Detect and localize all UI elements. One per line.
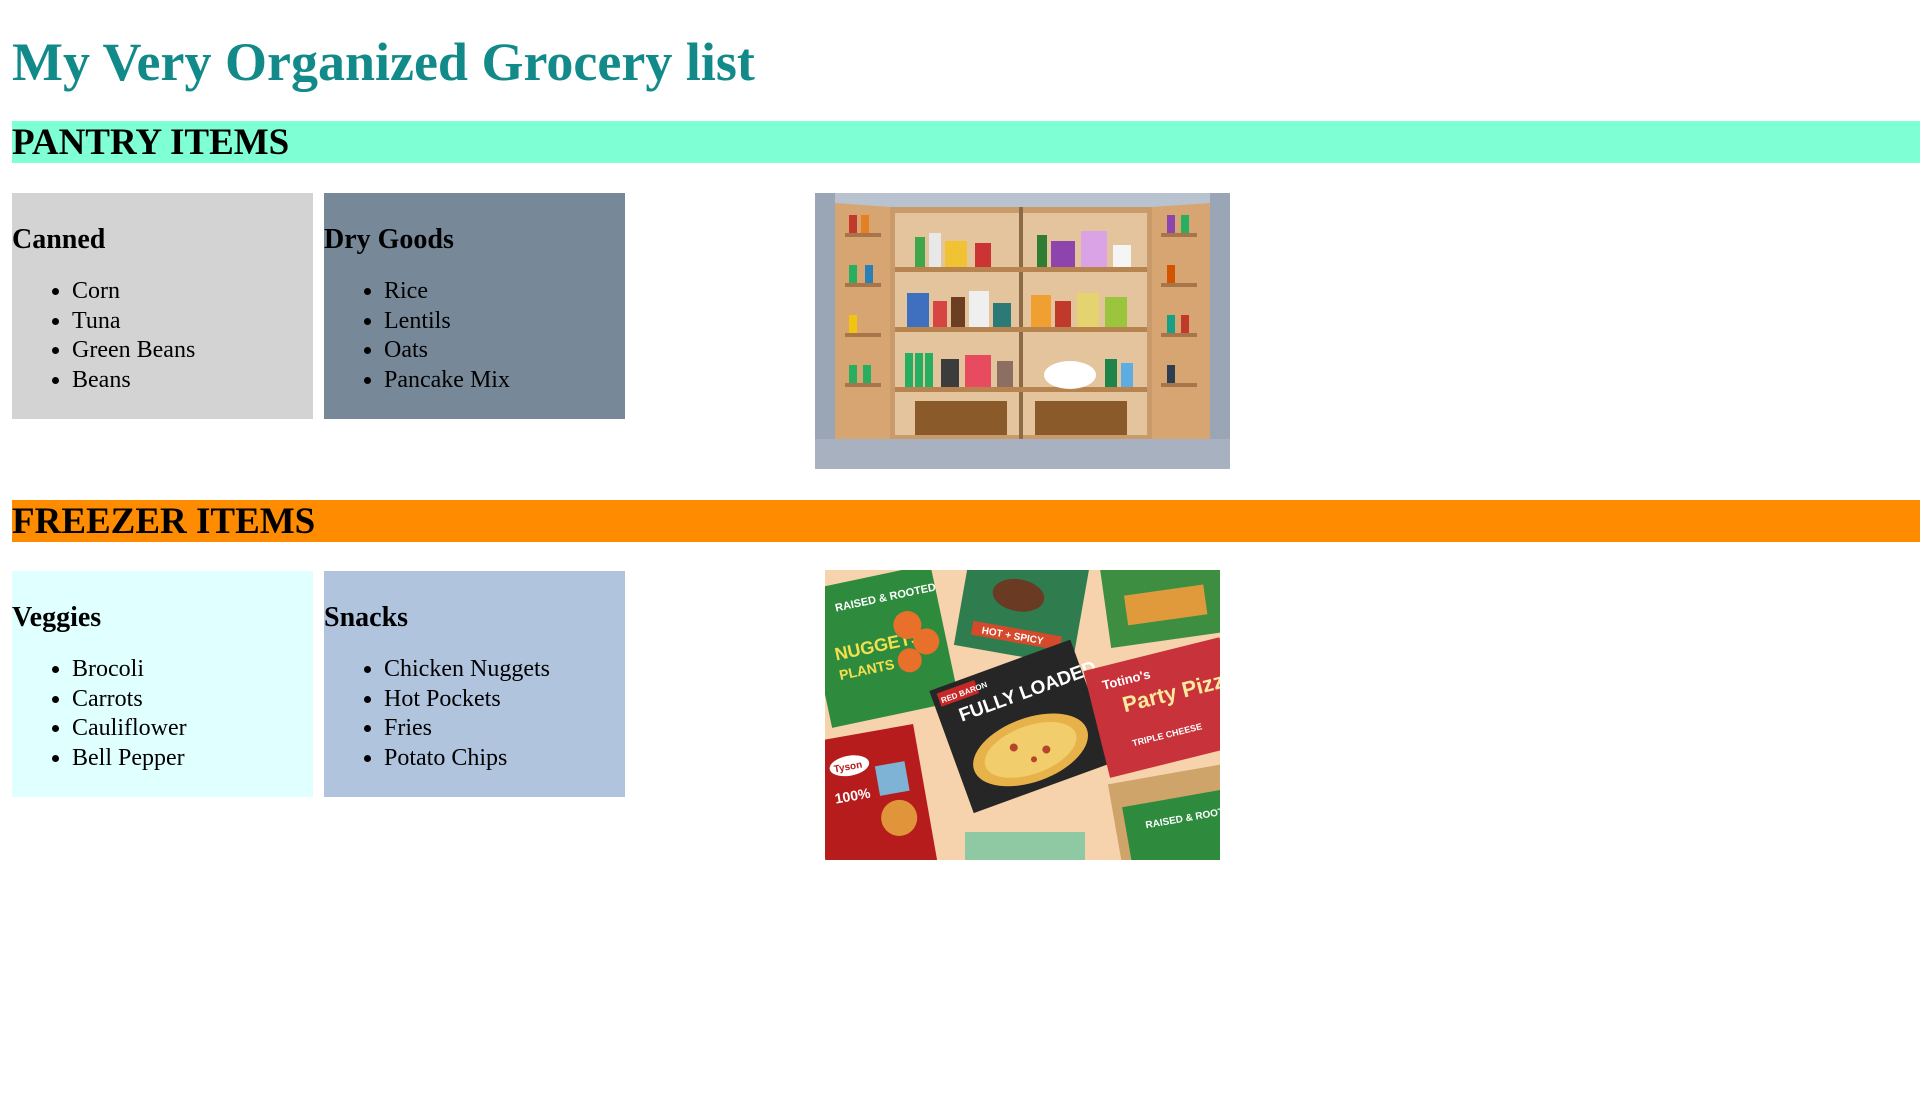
pantry-illustration xyxy=(815,193,1230,469)
list-item: Beans xyxy=(72,366,195,396)
list-item: Brocoli xyxy=(72,655,187,685)
list-item: Green Beans xyxy=(72,336,195,366)
category-title: Dry Goods xyxy=(324,224,454,255)
category-card-snacks: Snacks Chicken Nuggets Hot Pockets Fries… xyxy=(324,571,625,797)
list-item: Pancake Mix xyxy=(384,366,510,396)
item-list: Rice Lentils Oats Pancake Mix xyxy=(324,277,510,395)
item-list: Brocoli Carrots Cauliflower Bell Pepper xyxy=(12,655,187,773)
pantry-image xyxy=(815,193,1230,469)
item-list: Chicken Nuggets Hot Pockets Fries Potato… xyxy=(324,655,550,773)
category-title: Snacks xyxy=(324,602,409,633)
list-item: Chicken Nuggets xyxy=(384,655,550,685)
list-item: Tuna xyxy=(72,307,195,337)
section-heading-pantry: PANTRY ITEMS xyxy=(12,121,1920,163)
item-list: Corn Tuna Green Beans Beans xyxy=(12,277,195,395)
category-card-veggies: Veggies Brocoli Carrots Cauliflower Bell… xyxy=(12,571,313,797)
page: My Very Organized Grocery list PANTRY IT… xyxy=(0,0,1920,1099)
list-item: Carrots xyxy=(72,685,187,715)
freezer-illustration: RAISED & ROOTED NUGGETS PLANTS HOT + SPI… xyxy=(825,570,1220,860)
list-item: Potato Chips xyxy=(384,744,550,774)
list-item: Bell Pepper xyxy=(72,744,187,774)
category-title: Canned xyxy=(12,224,106,255)
list-item: Rice xyxy=(384,277,510,307)
freezer-image: RAISED & ROOTED NUGGETS PLANTS HOT + SPI… xyxy=(825,570,1220,860)
list-item: Hot Pockets xyxy=(384,685,550,715)
list-item: Lentils xyxy=(384,307,510,337)
category-card-canned: Canned Corn Tuna Green Beans Beans xyxy=(12,193,313,419)
list-item: Corn xyxy=(72,277,195,307)
category-card-dry-goods: Dry Goods Rice Lentils Oats Pancake Mix xyxy=(324,193,625,419)
list-item: Oats xyxy=(384,336,510,366)
page-title: My Very Organized Grocery list xyxy=(12,32,755,92)
section-heading-freezer: FREEZER ITEMS xyxy=(12,500,1920,542)
category-title: Veggies xyxy=(12,602,102,633)
list-item: Fries xyxy=(384,714,550,744)
list-item: Cauliflower xyxy=(72,714,187,744)
